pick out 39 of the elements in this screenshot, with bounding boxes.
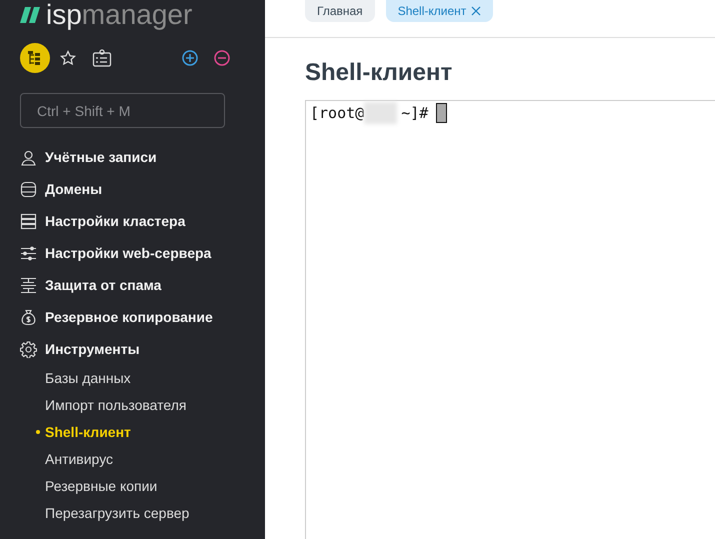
clipboard-icon[interactable] [92,49,112,67]
star-icon[interactable] [60,50,76,66]
logo-text: isp [46,0,82,30]
cursor [436,103,448,123]
tree-button[interactable] [20,43,50,73]
tab[interactable]: Shell-клиент [386,0,494,22]
menu-item[interactable]: Защита от спама [20,269,245,301]
server-icon [20,212,37,230]
tree-icon [27,50,43,66]
blurred-hostname [364,102,398,124]
user-icon [20,148,37,166]
settings-icon [20,340,37,358]
tab[interactable]: Главная [305,0,375,22]
submenu-item[interactable]: Базы данных [20,365,245,392]
prompt-text: [root@ [310,104,364,122]
menu-item[interactable]: Настройки кластера [20,205,245,237]
logo-icon [20,7,40,23]
close-icon[interactable] [471,6,482,16]
search-field[interactable]: Ctrl + Shift + M [20,93,225,128]
menu-item[interactable]: Домены [20,173,245,205]
menu-item[interactable]: Инструменты [20,333,245,365]
submenu-item[interactable]: Импорт пользователя [20,392,245,419]
menu-item[interactable]: Учётные записи [20,141,245,173]
submenu-item[interactable]: Shell-клиент [20,419,245,446]
terminal[interactable]: [root@ ~]# [305,100,715,539]
menu-item[interactable]: Резервное копирование [20,301,245,333]
submenu-item[interactable]: Резервные копии [20,473,245,500]
menu-item[interactable]: Настройки web-сервера [20,237,245,269]
money-bag-icon [20,308,37,326]
submenu-item[interactable]: Антивирус [20,446,245,473]
remove-icon[interactable] [214,50,230,66]
submenu-item[interactable]: Перезагрузить сервер [20,500,245,527]
prompt-text: ~]# [401,104,428,122]
domain-icon [20,180,37,198]
sliders-icon [20,244,37,262]
wall-icon [20,276,37,294]
add-icon[interactable] [182,50,198,66]
page-title: Shell-клиент [305,58,454,88]
logo-text: manager [82,0,192,30]
